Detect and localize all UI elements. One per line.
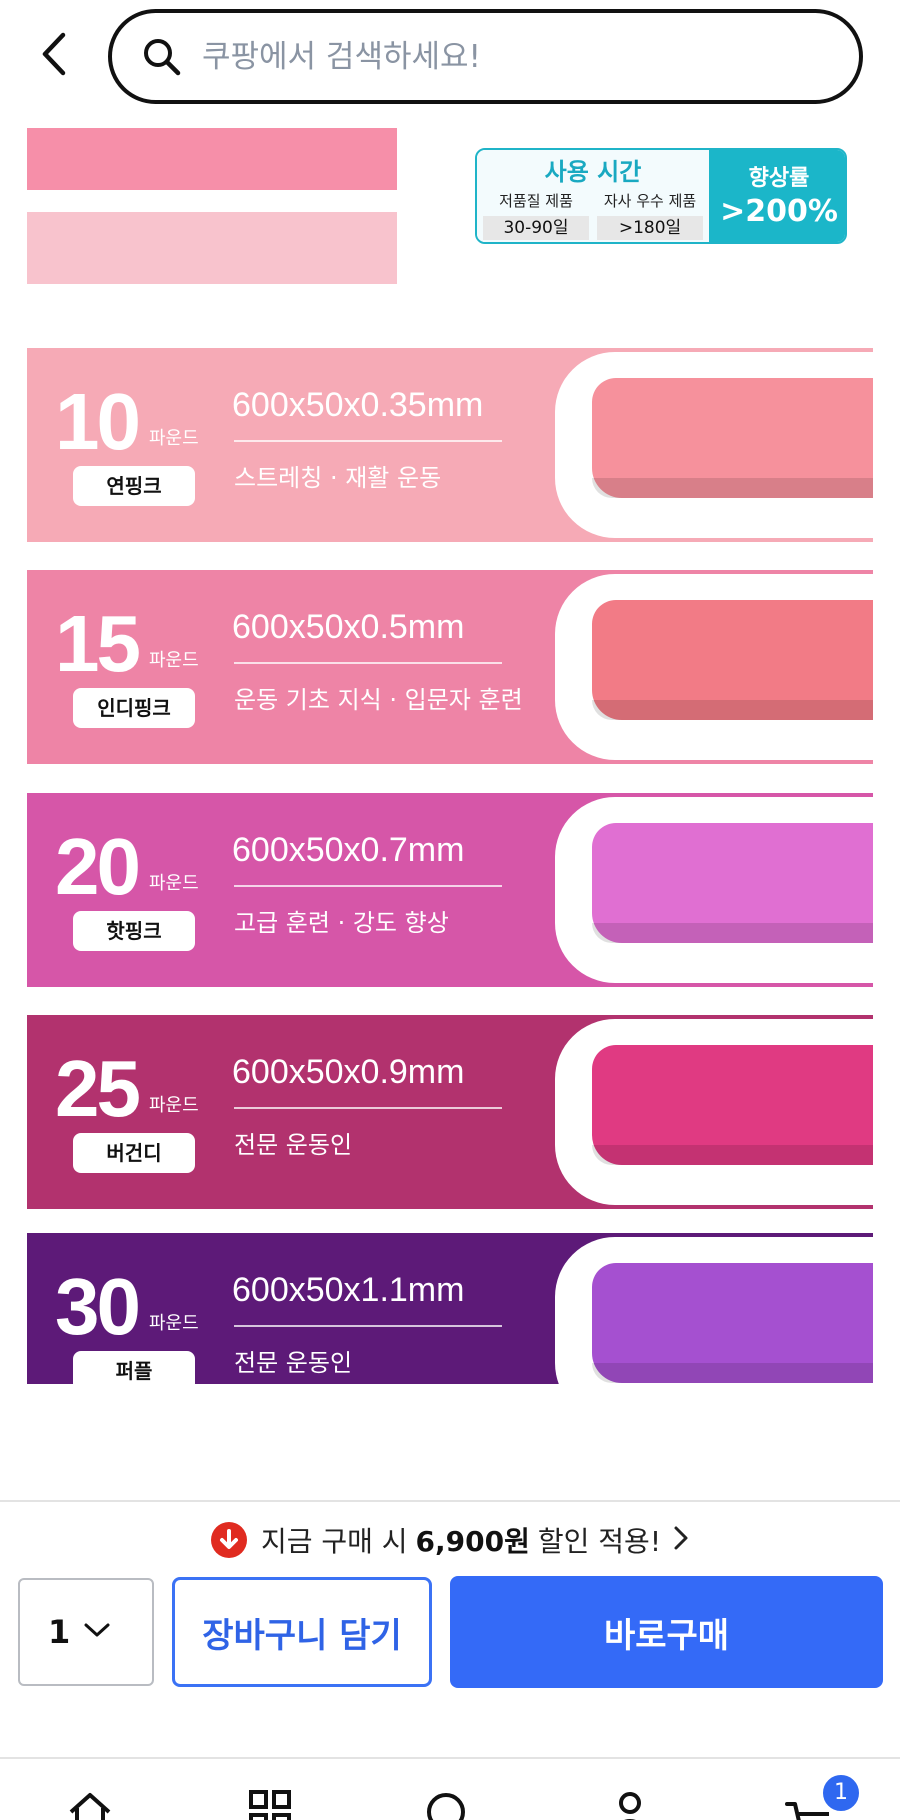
band-photo (592, 600, 873, 720)
band-divider (234, 1325, 502, 1327)
band-use: 고급 훈련 · 강도 향상 (234, 909, 449, 937)
nav-mypage[interactable] (600, 1790, 660, 1820)
search-icon (427, 1793, 465, 1820)
chevron-right-icon (673, 1525, 689, 1555)
product-detail-image: 사용 시간 저품질 제품 자사 우수 제품 30-90일 >180일 향상률 >… (27, 126, 873, 1384)
search-input[interactable] (202, 38, 802, 75)
band-use: 스트레칭 · 재활 운동 (234, 464, 442, 492)
usage-time-comparison: 사용 시간 저품질 제품 자사 우수 제품 30-90일 >180일 향상률 >… (475, 148, 847, 244)
band-swatch-pink (27, 128, 397, 190)
band-use: 전문 운동인 (234, 1131, 353, 1159)
bottom-nav (0, 1760, 900, 1820)
band-use: 전문 운동인 (234, 1349, 353, 1377)
usage-col2-header: 자사 우수 제품 (603, 192, 697, 210)
discount-amount: 6,900원 (415, 1525, 530, 1558)
nav-search[interactable] (418, 1790, 478, 1820)
band-weight-unit: 파운드 (149, 873, 199, 894)
quantity-select[interactable]: 1 (18, 1578, 154, 1686)
nav-category[interactable] (240, 1790, 300, 1820)
usage-left-panel: 사용 시간 저품질 제품 자사 우수 제품 30-90일 >180일 (477, 150, 709, 242)
band-color-name: 버건디 (73, 1133, 195, 1173)
band-weight-unit: 파운드 (149, 1313, 199, 1334)
search-box[interactable] (108, 9, 863, 104)
band-spec-row: 10 파운드연핑크 600x50x0.35mm 스트레칭 · 재활 운동 (27, 348, 873, 542)
quantity-value: 1 (48, 1613, 71, 1651)
band-size: 600x50x0.5mm (232, 608, 465, 646)
buy-now-button[interactable]: 바로구매 (450, 1576, 883, 1688)
band-size: 600x50x1.1mm (232, 1271, 465, 1309)
search-icon (136, 31, 188, 83)
improvement-panel: 향상률 >200% (709, 150, 845, 242)
band-color-name: 핫핑크 (73, 911, 195, 951)
band-weight: 20 (55, 822, 141, 911)
down-arrow-icon (210, 1522, 247, 1558)
band-size: 600x50x0.7mm (232, 831, 465, 869)
usage-title: 사용 시간 (544, 158, 642, 186)
divider (0, 1500, 900, 1502)
band-color-name: 연핑크 (73, 466, 195, 506)
band-color-name: 인디핑크 (73, 688, 195, 728)
usage-col1-value: 30-90일 (483, 216, 589, 240)
improvement-value: >200% (720, 194, 838, 229)
discount-prefix: 지금 구매 시 (260, 1525, 408, 1558)
band-divider (234, 1107, 502, 1109)
usage-col2-value: >180일 (597, 216, 703, 240)
category-icon (249, 1790, 291, 1820)
band-weight: 15 (55, 599, 141, 688)
back-button[interactable] (30, 24, 78, 84)
add-to-cart-button[interactable]: 장바구니 담기 (172, 1577, 432, 1687)
home-icon (69, 1793, 111, 1820)
band-weight-unit: 파운드 (149, 650, 199, 671)
band-spec-row: 20 파운드핫핑크 600x50x0.7mm 고급 훈련 · 강도 향상 (27, 793, 873, 987)
top-bar (0, 0, 900, 118)
band-photo (592, 378, 873, 498)
band-use: 운동 기초 지식 · 입문자 훈련 (234, 686, 523, 714)
nav-home[interactable] (60, 1790, 120, 1820)
band-weight-unit: 파운드 (149, 1095, 199, 1116)
band-swatch-light-pink (27, 212, 397, 284)
discount-suffix: 할인 적용! (537, 1525, 662, 1558)
band-spec-row: 30 파운드퍼플 600x50x1.1mm 전문 운동인 (27, 1233, 873, 1384)
improvement-label: 향상률 (748, 166, 810, 191)
band-photo (592, 823, 873, 943)
band-spec-row: 25 파운드버건디 600x50x0.9mm 전문 운동인 (27, 1015, 873, 1209)
band-weight-unit: 파운드 (149, 428, 199, 449)
band-divider (234, 885, 502, 887)
divider (0, 1757, 900, 1759)
band-size: 600x50x0.35mm (232, 386, 484, 424)
band-size: 600x50x0.9mm (232, 1053, 465, 1091)
band-spec-row: 15 파운드인디핑크 600x50x0.5mm 운동 기초 지식 · 입문자 훈련 (27, 570, 873, 764)
band-weight: 10 (55, 377, 141, 466)
band-divider (234, 440, 502, 442)
discount-banner[interactable]: 지금 구매 시 6,900원 할인 적용! (0, 1518, 900, 1562)
band-divider (234, 662, 502, 664)
band-photo (592, 1045, 873, 1165)
chevron-down-icon (82, 1620, 112, 1644)
band-weight: 30 (55, 1262, 141, 1351)
cart-count-badge: 1 (820, 1772, 862, 1814)
band-weight: 25 (55, 1044, 141, 1133)
usage-col1-header: 저품질 제품 (499, 192, 573, 210)
band-color-name: 퍼플 (73, 1351, 195, 1384)
back-arrow-icon (42, 32, 66, 76)
mypage-icon (619, 1792, 641, 1820)
band-photo (592, 1263, 873, 1383)
